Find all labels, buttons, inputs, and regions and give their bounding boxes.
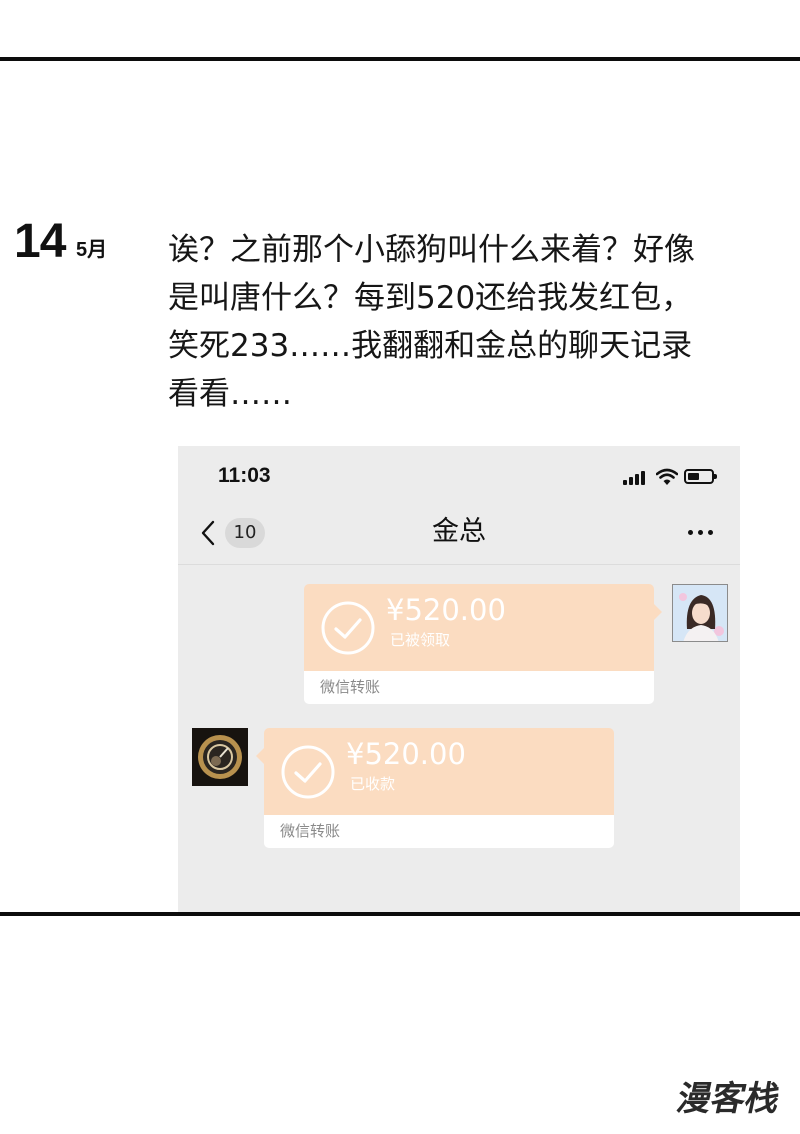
site-logo: 漫客栈 漫客栈 — [670, 1076, 786, 1122]
more-icon[interactable] — [686, 514, 716, 550]
check-circle-icon — [281, 745, 335, 799]
transfer-message-received[interactable]: ¥520.00 已收款 微信转账 — [256, 728, 614, 848]
transfer-label: 微信转账 — [280, 822, 341, 840]
bottom-divider — [0, 912, 800, 916]
signal-icon — [623, 471, 649, 485]
transfer-message-sent[interactable]: ¥520.00 已被领取 微信转账 — [304, 584, 662, 704]
top-divider — [0, 57, 800, 61]
transfer-amount: ¥520.00 — [386, 593, 506, 627]
diary-day: 14 — [14, 215, 66, 268]
battery-icon — [684, 469, 717, 484]
transfer-status: 已收款 — [350, 775, 396, 793]
svg-text:漫客栈: 漫客栈 — [673, 1079, 783, 1119]
status-time: 11:03 — [218, 464, 271, 487]
chat-screenshot: 11:03 10 金总 ¥520.00 已被领取 微信转账 ¥520.00 已收… — [178, 446, 740, 912]
check-circle-icon — [321, 601, 375, 655]
transfer-label: 微信转账 — [320, 678, 381, 696]
chat-header: 10 金总 — [178, 500, 740, 565]
transfer-amount: ¥520.00 — [346, 737, 466, 771]
transfer-status: 已被领取 — [390, 631, 451, 649]
diary-entry-text: 诶？之前那个小舔狗叫什么来着？好像 是叫唐什么？每到520还给我发红包， 笑死2… — [168, 232, 695, 412]
diary-month: 5月 — [76, 239, 108, 261]
chat-title: 金总 — [432, 516, 486, 547]
avatar[interactable] — [192, 728, 248, 786]
wifi-icon — [656, 468, 678, 485]
avatar[interactable] — [672, 584, 728, 642]
